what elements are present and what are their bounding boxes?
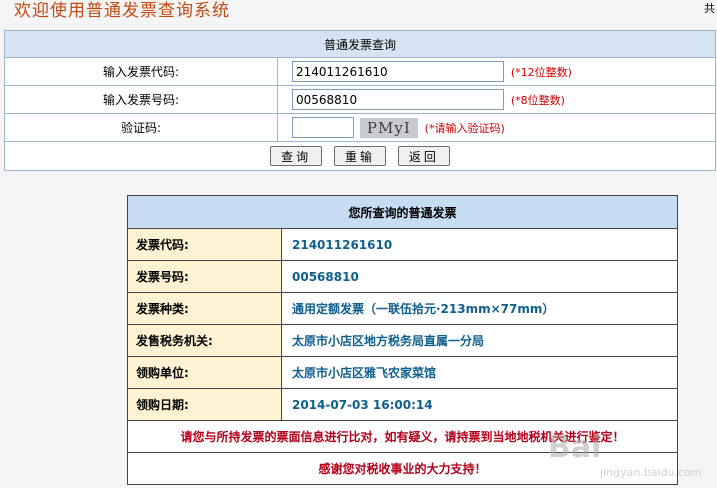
verify-notice: 请您与所持发票的票面信息进行比对，如有疑义，请持票到当地地税机关进行鉴定！ <box>127 420 678 453</box>
invoice-number-label: 输入发票号码: <box>4 85 278 114</box>
result-value-number: 00568810 <box>281 260 678 293</box>
result-table: 您所查询的普通发票 发票代码: 214011261610 发票号码: 00568… <box>127 195 678 485</box>
result-label-code: 发票代码: <box>127 228 282 261</box>
result-label-buyer: 领购单位: <box>127 356 282 389</box>
invoice-code-hint: (*12位整数) <box>510 65 572 79</box>
result-row: 发售税务机关: 太原市小店区地方税务局直属一分局 <box>127 324 678 357</box>
captcha-hint: (*请输入验证码) <box>424 121 505 135</box>
result-label-authority: 发售税务机关: <box>127 324 282 357</box>
result-value-date: 2014-07-03 16:00:14 <box>281 388 678 421</box>
result-title: 您所查询的普通发票 <box>127 195 678 229</box>
invoice-number-input[interactable] <box>292 89 504 110</box>
invoice-code-input[interactable] <box>292 61 504 82</box>
query-button[interactable]: 查询 <box>270 146 323 166</box>
result-value-buyer: 太原市小店区雅飞农家菜馆 <box>281 356 678 389</box>
captcha-input[interactable] <box>292 117 354 138</box>
result-label-type: 发票种类: <box>127 292 282 325</box>
invoice-number-row: 输入发票号码: (*8位整数) <box>4 85 716 114</box>
captcha-image[interactable]: PMyI <box>359 117 418 138</box>
invoice-code-row: 输入发票代码: (*12位整数) <box>4 57 716 86</box>
reset-button[interactable]: 重输 <box>334 146 386 166</box>
site-title: 欢迎使用普通发票查询系统 <box>14 1 230 21</box>
result-row: 发票种类: 通用定额发票（一联伍拾元·213mm×77mm） <box>127 292 678 325</box>
query-form: 普通发票查询 输入发票代码: (*12位整数) 输入发票号码: (*8位整数) … <box>4 30 716 171</box>
back-button[interactable]: 返回 <box>397 146 450 166</box>
invoice-number-hint: (*8位整数) <box>510 93 565 107</box>
result-label-number: 发票号码: <box>127 260 282 293</box>
result-row: 发票代码: 214011261610 <box>127 228 678 261</box>
result-row: 领购单位: 太原市小店区雅飞农家菜馆 <box>127 356 678 389</box>
form-title: 普通发票查询 <box>4 30 716 58</box>
result-value-authority: 太原市小店区地方税务局直属一分局 <box>281 324 678 357</box>
thanks-message: 感谢您对税收事业的大力支持！ <box>127 452 678 485</box>
result-row: 领购日期: 2014-07-03 16:00:14 <box>127 388 678 421</box>
result-row: 发票号码: 00568810 <box>127 260 678 293</box>
captcha-label: 验证码: <box>4 113 278 142</box>
corner-text: 共 <box>704 2 715 15</box>
result-value-type: 通用定额发票（一联伍拾元·213mm×77mm） <box>281 292 678 325</box>
result-value-code: 214011261610 <box>281 228 678 261</box>
result-label-date: 领购日期: <box>127 388 282 421</box>
form-actions: 查询 重输 返回 <box>4 141 716 171</box>
invoice-code-label: 输入发票代码: <box>4 57 278 86</box>
captcha-row: 验证码: PMyI (*请输入验证码) <box>4 113 716 142</box>
